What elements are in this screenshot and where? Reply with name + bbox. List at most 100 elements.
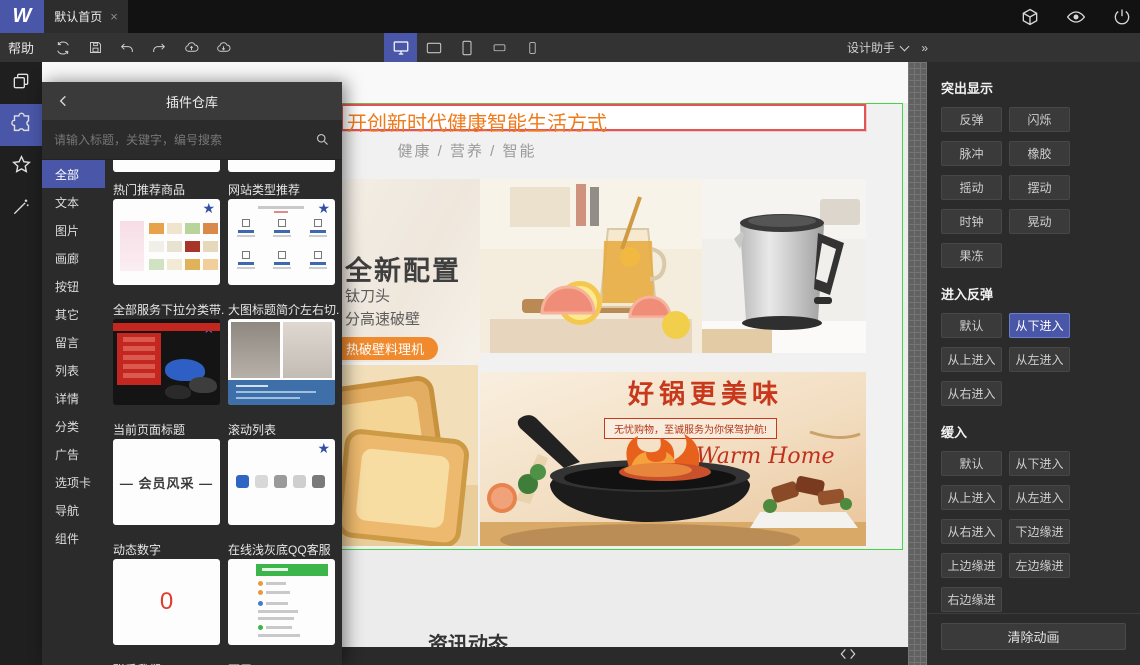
anim-button[interactable]: 左边缘进 xyxy=(1009,553,1070,578)
category-item[interactable]: 画廊 xyxy=(42,244,105,272)
category-item[interactable]: 列表 xyxy=(42,356,105,384)
redo-icon[interactable] xyxy=(148,37,170,59)
anim-button[interactable]: 闪烁 xyxy=(1009,107,1070,132)
anim-button[interactable]: 脉冲 xyxy=(941,141,1002,166)
plugin-card-scroll-list[interactable]: ★ xyxy=(228,439,335,525)
canvas-scrollbar[interactable] xyxy=(908,62,927,665)
category-item[interactable]: 全部 xyxy=(42,160,105,188)
category-item[interactable]: 分类 xyxy=(42,412,105,440)
search-icon[interactable] xyxy=(302,120,342,160)
design-assistant-dropdown[interactable]: 设计助手 xyxy=(847,33,910,62)
thumb-dot xyxy=(258,625,263,630)
anim-button[interactable]: 摇动 xyxy=(941,175,1002,200)
app-logo[interactable]: W xyxy=(0,0,44,33)
thumb-cell xyxy=(203,223,218,234)
anim-button[interactable]: 橡胶 xyxy=(1009,141,1070,166)
headline-selected-element[interactable]: 开创新时代健康智能生活方式 xyxy=(341,104,866,135)
plugin-card-big-image-intro[interactable] xyxy=(228,319,335,405)
sidebar-item-favorites[interactable] xyxy=(0,146,42,188)
anim-button[interactable]: 从左进入 xyxy=(1009,347,1070,372)
anim-button[interactable]: 晃动 xyxy=(1009,209,1070,234)
anim-button[interactable]: 默认 xyxy=(941,313,1002,338)
plugin-item-label: 全部服务下拉分类带... xyxy=(113,303,225,317)
thumb-logo xyxy=(293,475,306,488)
search-input[interactable] xyxy=(54,132,302,147)
anim-button[interactable]: 从右进入 xyxy=(941,381,1002,406)
plugin-card-services-menu[interactable]: ★ xyxy=(113,319,220,405)
sidebar-item-plugins[interactable] xyxy=(0,104,42,146)
plugin-card-partial[interactable] xyxy=(228,160,335,172)
anim-button[interactable]: 上边缘进 xyxy=(941,553,1002,578)
thumb-qq-header xyxy=(256,564,328,576)
favorite-star-icon[interactable]: ★ xyxy=(317,201,330,215)
eye-icon[interactable] xyxy=(1066,7,1086,27)
back-icon[interactable] xyxy=(56,91,76,111)
anim-button-selected[interactable]: 从下进入 xyxy=(1009,313,1070,338)
cloud-upload-icon[interactable] xyxy=(180,37,202,59)
anim-button[interactable]: 默认 xyxy=(941,451,1002,476)
help-button[interactable]: 帮助 xyxy=(0,33,42,62)
plugin-card-hot-products[interactable]: ★ xyxy=(113,199,220,285)
anim-button[interactable]: 从上进入 xyxy=(941,347,1002,372)
close-icon[interactable]: × xyxy=(110,9,118,24)
category-item[interactable]: 导航 xyxy=(42,496,105,524)
monitor-icon[interactable] xyxy=(384,33,417,62)
thumb-underline xyxy=(274,211,288,213)
thumb-caption-strip xyxy=(228,380,335,405)
undo-icon[interactable] xyxy=(116,37,138,59)
phone-landscape-icon[interactable] xyxy=(483,33,516,62)
anim-button[interactable]: 下边缘进 xyxy=(1009,519,1070,544)
anim-button[interactable]: 从左进入 xyxy=(1009,485,1070,510)
plugin-card-site-types[interactable]: ★ xyxy=(228,199,335,285)
hero-cta-button[interactable]: 热破壁料理机 xyxy=(332,337,439,360)
tablet-portrait-icon[interactable] xyxy=(450,33,483,62)
news-section-title[interactable]: 资讯动态 xyxy=(428,628,508,647)
plugin-card-qq-service[interactable] xyxy=(228,559,335,645)
wok-banner[interactable]: 好锅更美味 无忧购物，至诚服务为你保驾护航! Warm Home xyxy=(480,372,866,546)
tablet-landscape-icon[interactable] xyxy=(417,33,450,62)
category-item[interactable]: 组件 xyxy=(42,524,105,552)
category-item[interactable]: 详情 xyxy=(42,384,105,412)
juice-photo[interactable] xyxy=(480,179,702,353)
bounce-in-buttons: 默认 从下进入 从上进入 从左进入 从右进入 xyxy=(941,313,1126,408)
thumb-logo xyxy=(255,475,268,488)
favorite-star-icon[interactable]: ★ xyxy=(202,201,215,215)
thumb-menu-column xyxy=(117,333,161,385)
anim-button[interactable]: 反弹 xyxy=(941,107,1002,132)
category-item[interactable]: 广告 xyxy=(42,440,105,468)
sidebar-item-pages[interactable] xyxy=(0,62,42,104)
plugin-card-page-title[interactable]: — 会员风采 — xyxy=(113,439,220,525)
plugin-card-dynamic-number[interactable]: 0 xyxy=(113,559,220,645)
category-item[interactable]: 图片 xyxy=(42,216,105,244)
clear-animation-button[interactable]: 清除动画 xyxy=(941,623,1126,650)
category-item[interactable]: 其它 xyxy=(42,300,105,328)
double-chevron-icon[interactable]: » xyxy=(921,33,928,62)
thumb-room-photo xyxy=(283,322,332,378)
cloud-download-icon[interactable] xyxy=(212,37,234,59)
page-tab[interactable]: 默认首页 × xyxy=(44,0,128,33)
phone-portrait-icon[interactable] xyxy=(516,33,549,62)
anim-button[interactable]: 从下进入 xyxy=(1009,451,1070,476)
code-icon[interactable] xyxy=(840,647,856,665)
refresh-icon[interactable] xyxy=(52,37,74,59)
section-title-bounce-in: 进入反弹 xyxy=(941,287,994,302)
kettle-photo[interactable] xyxy=(702,179,866,353)
anim-button[interactable]: 摆动 xyxy=(1009,175,1070,200)
anim-button[interactable]: 时钟 xyxy=(941,209,1002,234)
category-item[interactable]: 留言 xyxy=(42,328,105,356)
category-item[interactable]: 文本 xyxy=(42,188,105,216)
favorite-star-icon[interactable]: ★ xyxy=(317,441,330,455)
subtitle-text[interactable]: 健康 / 营养 / 智能 xyxy=(372,140,562,161)
anim-button[interactable]: 从上进入 xyxy=(941,485,1002,510)
power-icon[interactable] xyxy=(1112,7,1132,27)
cube-icon[interactable] xyxy=(1020,7,1040,27)
category-item[interactable]: 选项卡 xyxy=(42,468,105,496)
category-item[interactable]: 按钮 xyxy=(42,272,105,300)
save-icon[interactable] xyxy=(84,37,106,59)
plugin-card-partial[interactable] xyxy=(113,160,220,172)
anim-button[interactable]: 从右进入 xyxy=(941,519,1002,544)
anim-button[interactable]: 果冻 xyxy=(941,243,1002,268)
anim-button[interactable]: 右边缘进 xyxy=(941,587,1002,612)
sidebar-item-tools[interactable] xyxy=(0,188,42,230)
thumb-cell xyxy=(167,259,182,270)
